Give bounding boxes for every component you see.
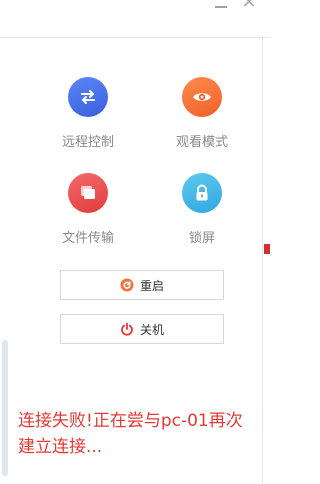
close-button[interactable]: × (241, 0, 257, 11)
background-fragment (264, 244, 270, 254)
watch-mode-button[interactable]: 观看模式 (152, 77, 252, 150)
restart-button[interactable]: 重启 (60, 270, 224, 300)
panel-divider (262, 38, 263, 484)
file-transfer-button[interactable]: 文件传输 (38, 173, 138, 246)
eye-icon (182, 77, 222, 117)
minimize-button[interactable] (215, 0, 227, 8)
swap-arrows-icon (68, 77, 108, 117)
shutdown-label: 关机 (139, 322, 164, 337)
remote-control-label: 远程控制 (61, 135, 114, 150)
shutdown-button[interactable]: 关机 (60, 314, 224, 344)
files-icon (68, 173, 108, 213)
scrollbar-thumb[interactable] (2, 340, 8, 476)
restart-label: 重启 (139, 278, 164, 293)
remote-control-button[interactable]: 远程控制 (38, 77, 138, 150)
lock-screen-label: 锁屏 (188, 231, 215, 246)
lock-screen-button[interactable]: 锁屏 (152, 173, 252, 246)
watch-mode-label: 观看模式 (175, 135, 228, 150)
connection-error-message: 连接失败!正在尝与pc-01再次建立连接... (18, 411, 243, 457)
file-transfer-label: 文件传输 (61, 231, 114, 246)
top-bar: × (0, 0, 270, 38)
restart-icon (120, 278, 134, 292)
lock-icon (182, 173, 222, 213)
power-icon (120, 322, 134, 336)
